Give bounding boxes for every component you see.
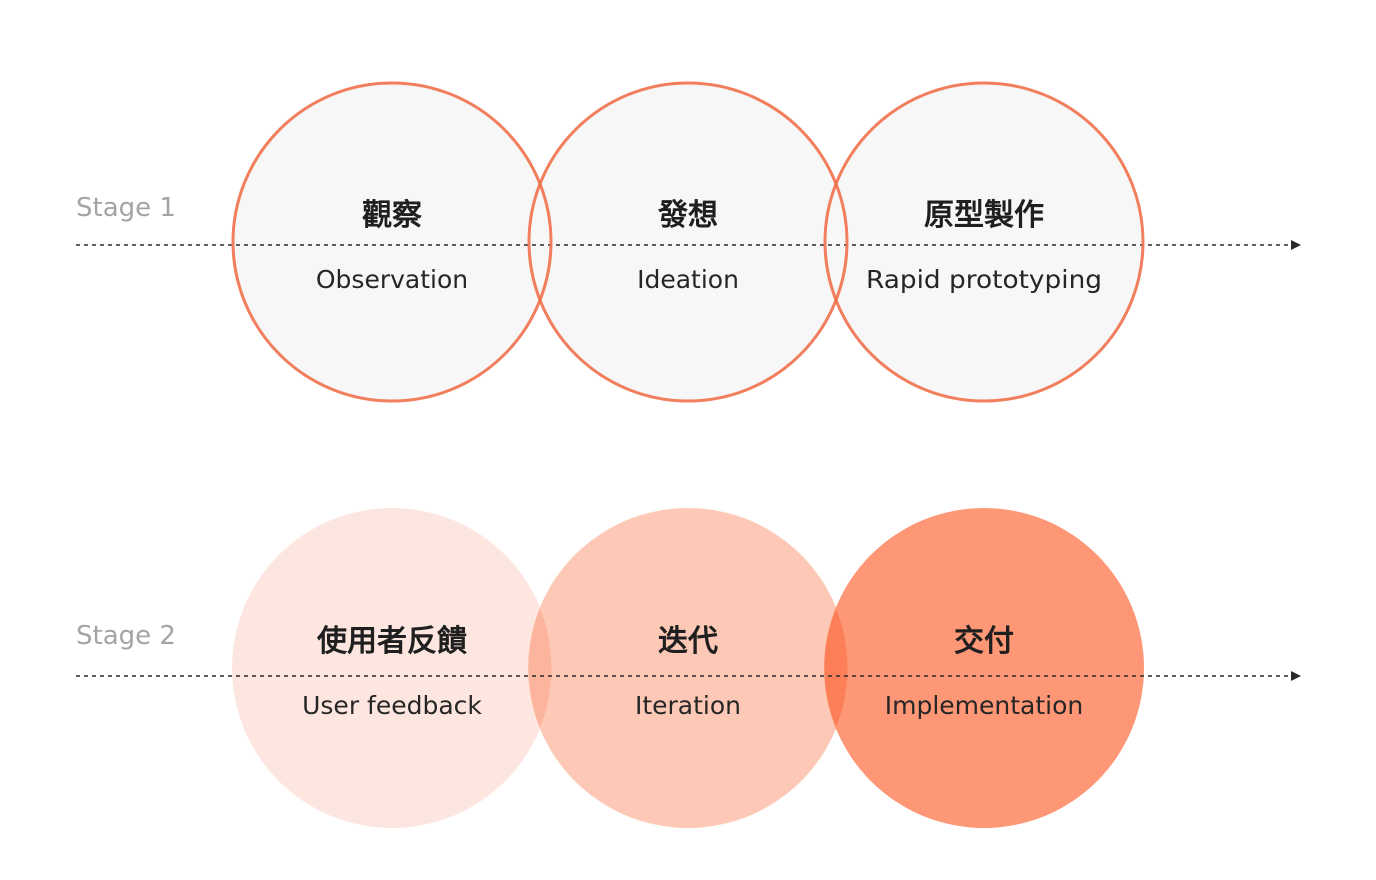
step-iteration-en: Iteration bbox=[635, 691, 741, 720]
step-implementation-en: Implementation bbox=[885, 691, 1084, 720]
stage-1-circle-prototyping bbox=[825, 83, 1143, 401]
step-iteration-zh: 迭代 bbox=[658, 624, 718, 659]
step-user-feedback-zh: 使用者反饋 bbox=[316, 624, 467, 659]
step-ideation-zh: 發想 bbox=[657, 198, 718, 233]
stage-2-label: Stage 2 bbox=[76, 621, 176, 651]
step-observation-en: Observation bbox=[316, 265, 468, 294]
diagram-canvas: Stage 1 觀察 Observation 發想 Ideation 原型製作 … bbox=[76, 81, 1301, 828]
stage-2-circle-implementation bbox=[824, 508, 1144, 828]
step-ideation-en: Ideation bbox=[637, 265, 739, 294]
step-observation-zh: 觀察 bbox=[362, 198, 423, 233]
stage-1-circle-observation bbox=[233, 83, 551, 401]
process-diagram: Stage 1 觀察 Observation 發想 Ideation 原型製作 … bbox=[0, 0, 1376, 880]
stage-2-circle-user-feedback bbox=[232, 508, 552, 828]
stage-1-label: Stage 1 bbox=[76, 193, 176, 223]
stage-1-group: Stage 1 觀察 Observation 發想 Ideation 原型製作 … bbox=[76, 81, 1301, 403]
stage-1-circle-ideation bbox=[529, 83, 847, 401]
step-user-feedback-en: User feedback bbox=[302, 691, 482, 720]
step-prototyping-zh: 原型製作 bbox=[924, 198, 1044, 233]
stage-2-group: Stage 2 使用者反饋 User feedback 迭代 Iteration… bbox=[76, 508, 1301, 828]
step-prototyping-en: Rapid prototyping bbox=[866, 265, 1102, 294]
stage-2-circle-iteration bbox=[528, 508, 848, 828]
step-implementation-zh: 交付 bbox=[954, 624, 1014, 659]
